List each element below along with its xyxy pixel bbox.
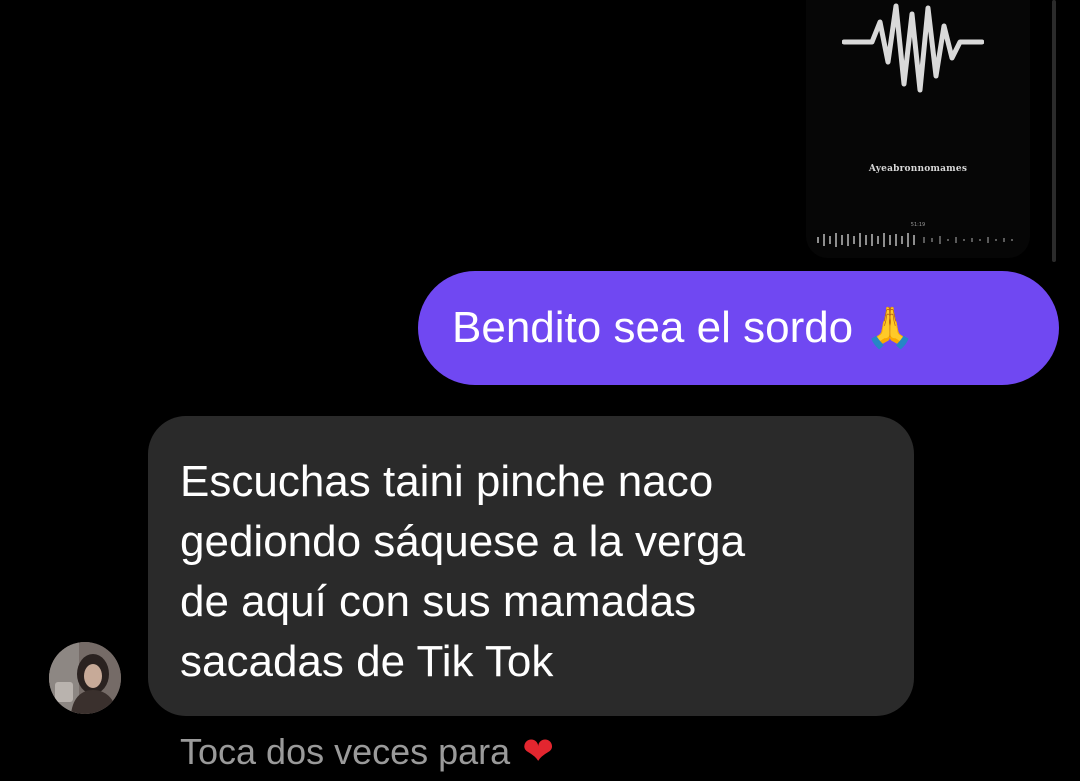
heart-icon: ❤ [522,731,555,773]
sent-message-text: Bendito sea el sordo [452,303,854,352]
reel-audio-waveform [817,233,1013,247]
audio-waveform-icon [842,3,984,93]
avatar[interactable] [49,642,121,714]
scrollbar[interactable] [1052,0,1056,262]
double-tap-reaction-hint[interactable]: Toca dos veces para ❤ [180,731,554,773]
sent-message-bubble[interactable]: Bendito sea el sordo 🙏 [418,271,1059,385]
reel-title: Ayeabronnomames [868,164,968,174]
shared-reel-preview[interactable]: Ayeabronnomames 51:19 [806,0,1030,258]
received-message-bubble[interactable]: Escuchas taini pinche naco gediondo sáqu… [148,416,914,716]
praying-hands-emoji-icon: 🙏 [865,305,915,351]
received-message-text: Escuchas taini pinche naco gediondo sáqu… [180,457,746,686]
reaction-hint-text: Toca dos veces para [180,731,511,772]
reel-timestamp: 51:19 [910,222,926,228]
profile-photo-icon [49,642,121,714]
